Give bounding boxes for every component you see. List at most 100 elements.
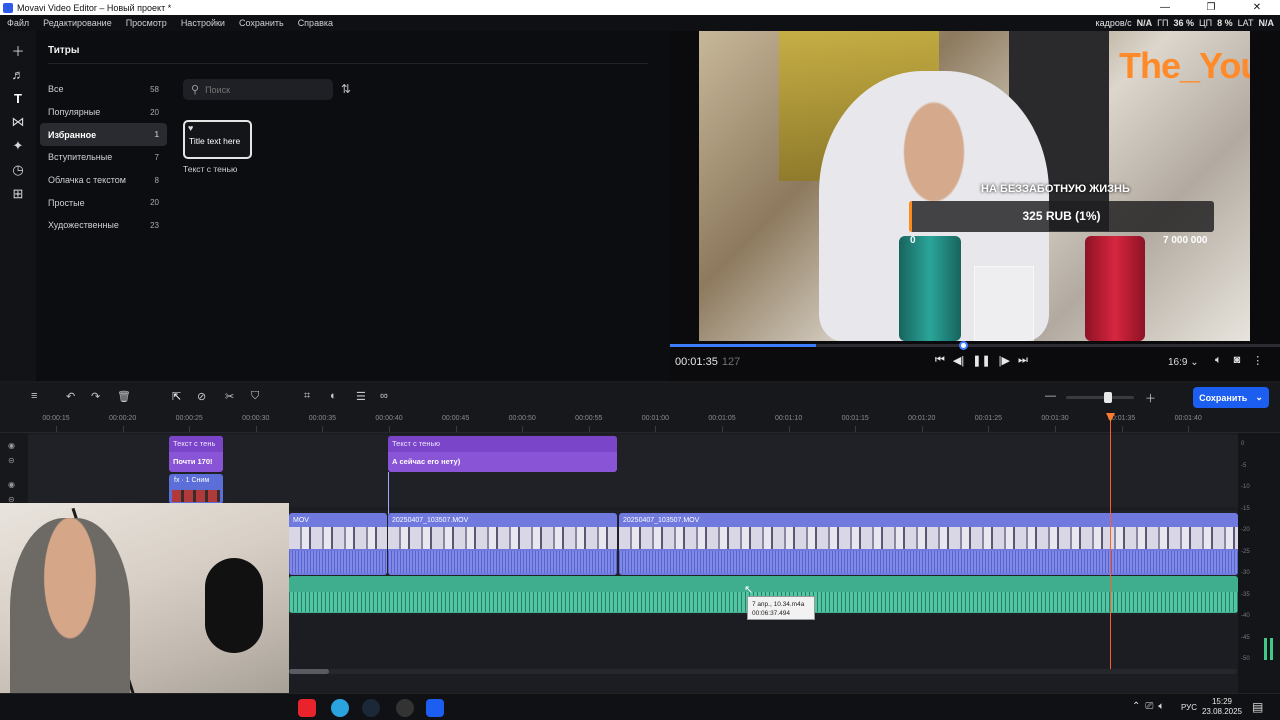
meter-label: -35 — [1241, 591, 1250, 598]
plus-icon[interactable]: ＋ — [0, 38, 36, 62]
telegram-icon[interactable] — [331, 699, 349, 717]
language-indicator[interactable]: РУС — [1181, 703, 1197, 712]
text-icon[interactable]: T — [0, 86, 36, 110]
search-input[interactable] — [205, 84, 316, 95]
crop-icon[interactable]: ⌗ — [304, 390, 310, 403]
select-tool-icon[interactable]: ⇱ — [172, 390, 181, 403]
color-icon[interactable]: ◐ — [330, 390, 337, 402]
more-icon[interactable]: ⋮ — [1252, 354, 1263, 367]
category-all[interactable]: Все 58 — [40, 78, 167, 101]
frame-number: 127 — [721, 356, 741, 368]
pause-icon[interactable]: ❚❚ — [972, 354, 990, 367]
next-frame-icon[interactable]: |▶ — [999, 354, 1010, 367]
snapshot-icon[interactable]: ◙ — [1234, 354, 1241, 367]
ruler-time-label: 00:01:15 — [841, 415, 869, 422]
close-button[interactable]: ✕ — [1234, 0, 1280, 15]
clock-icon[interactable]: ◷ — [0, 158, 36, 182]
preview-player: The_Your_ НА БЕЗЗАБОТНУЮ ЖИЗНЬ 325 RUB (… — [670, 31, 1280, 381]
sort-icon[interactable]: ⇅ — [341, 82, 351, 96]
zoom-out-icon[interactable]: — — [1045, 390, 1056, 402]
scrubber-handle[interactable] — [959, 341, 969, 350]
title-preset-tile[interactable]: ♥ Title text here — [183, 120, 252, 159]
grid-icon[interactable]: ⊞ — [0, 182, 36, 206]
obs-icon[interactable] — [396, 699, 414, 717]
menu-settings[interactable]: Настройки — [174, 18, 232, 28]
category-simple[interactable]: Простые 20 — [40, 191, 167, 214]
zoom-slider[interactable] — [1066, 396, 1134, 399]
marker-icon[interactable]: ⛉ — [251, 390, 259, 403]
category-popular[interactable]: Популярные 20 — [40, 101, 167, 124]
category-intro[interactable]: Вступительные 7 — [40, 146, 167, 169]
preview-scrubber[interactable] — [670, 341, 1280, 350]
steam-icon[interactable] — [362, 699, 380, 717]
skip-end-icon[interactable]: ⏭ — [1018, 354, 1028, 367]
zoom-handle[interactable] — [1104, 392, 1112, 403]
meter-label: -25 — [1241, 548, 1250, 555]
scrollbar-thumb[interactable] — [289, 669, 329, 674]
timeline-ruler[interactable]: 00:00:15 00:00:20 00:00:25 00:00:30 00:00:35… — [0, 411, 1280, 433]
transitions-icon[interactable]: ⋈ — [0, 110, 36, 134]
category-bubbles[interactable]: Облачка с текстом 8 — [40, 169, 167, 192]
ruler-time-label: 00:00:25 — [175, 415, 203, 422]
menu-help[interactable]: Справка — [291, 18, 340, 28]
ruler-tick — [255, 426, 257, 432]
heart-icon[interactable]: ♥ — [188, 123, 193, 133]
title-clip[interactable]: Текст с тенью А сейчас его нету) — [388, 436, 617, 472]
video-clip[interactable]: MOV — [289, 513, 387, 575]
category-artistic[interactable]: Художественные 23 — [40, 214, 167, 237]
skip-start-icon[interactable]: ⏮ — [935, 354, 945, 367]
timeline-scrollbar[interactable] — [289, 669, 1237, 674]
aspect-ratio-select[interactable]: 16:9 ⌄ — [1168, 357, 1199, 368]
movavi-taskbar-icon[interactable] — [426, 699, 444, 717]
search-box[interactable]: ⚲ — [183, 79, 333, 100]
yandex-browser-icon[interactable] — [298, 699, 316, 717]
ruler-time-label: 00:00:45 — [441, 415, 470, 422]
system-clock[interactable]: 15:29 23.08.2025 — [1202, 697, 1242, 717]
video-clip-waveform — [388, 551, 617, 573]
save-button[interactable]: Сохранить ⌄ — [1193, 387, 1269, 408]
meter-label: -5 — [1241, 462, 1247, 469]
divider — [48, 63, 648, 64]
link-icon[interactable]: ∞ — [380, 390, 388, 402]
video-clip[interactable]: 20250407_103507.MOV — [388, 513, 617, 575]
video-clip-label: MOV — [293, 517, 309, 524]
category-favorites[interactable]: Избранное 1 — [40, 123, 167, 147]
disable-icon[interactable]: ⊘ — [197, 390, 206, 403]
menu-view[interactable]: Просмотр — [119, 18, 174, 28]
undo-icon[interactable]: ↶ — [66, 390, 75, 403]
notification-icon[interactable]: ▤ — [1252, 700, 1263, 714]
tile-label: Текст с тенью — [183, 164, 238, 174]
category-count: 20 — [150, 107, 159, 117]
maximize-button[interactable]: ❐ — [1188, 0, 1234, 15]
volume-icon[interactable]: 🔈︎ — [1215, 354, 1222, 367]
cut-icon[interactable]: ✂ — [225, 390, 234, 403]
title-clip[interactable]: Текст с тень Почти 170! — [169, 436, 223, 472]
donation-min: 0 — [910, 235, 916, 246]
zoom-in-icon[interactable]: ＋ — [1145, 390, 1156, 406]
eye-icon[interactable]: ◉ — [8, 480, 15, 489]
magic-icon[interactable]: ✦ — [0, 134, 36, 158]
track-settings-icon[interactable]: ≡ — [31, 390, 37, 402]
prev-frame-icon[interactable]: ◀| — [953, 354, 964, 367]
donation-goal-title: НА БЕЗЗАБОТНУЮ ЖИЗНЬ — [981, 183, 1130, 195]
system-tray-icons[interactable]: ⌃⎚🔈︎ — [1132, 701, 1169, 712]
tool-rail: ＋ ♬ T ⋈ ✦ ◷ ⊞ — [0, 31, 36, 381]
ruler-tick — [56, 426, 57, 432]
delete-icon[interactable]: 🗑︎ — [117, 390, 131, 403]
redo-icon[interactable]: ↷ — [91, 390, 100, 403]
effect-clip[interactable]: fx · 1 Сним — [169, 474, 223, 504]
eye-icon[interactable]: ◉ — [8, 441, 15, 450]
menu-save[interactable]: Сохранить — [232, 18, 291, 28]
playhead[interactable] — [1110, 413, 1111, 669]
minimize-button[interactable]: — — [1142, 0, 1188, 15]
music-icon[interactable]: ♬ — [0, 62, 36, 86]
adjust-icon[interactable]: ☰ — [356, 390, 366, 403]
menu-edit[interactable]: Редактирование — [36, 18, 119, 28]
category-count: 7 — [154, 152, 159, 162]
link-icon[interactable]: ⊝ — [8, 456, 15, 465]
fps-label: кадров/с — [1095, 18, 1132, 28]
video-frame[interactable]: The_Your_ НА БЕЗЗАБОТНУЮ ЖИЗНЬ 325 RUB (… — [699, 31, 1250, 341]
video-clip[interactable]: 20250407_103507.MOV — [619, 513, 1238, 575]
menu-file[interactable]: Файл — [0, 18, 36, 28]
titles-library: Титры Все 58 Популярные 20 Избранное 1 Всту… — [36, 31, 670, 381]
